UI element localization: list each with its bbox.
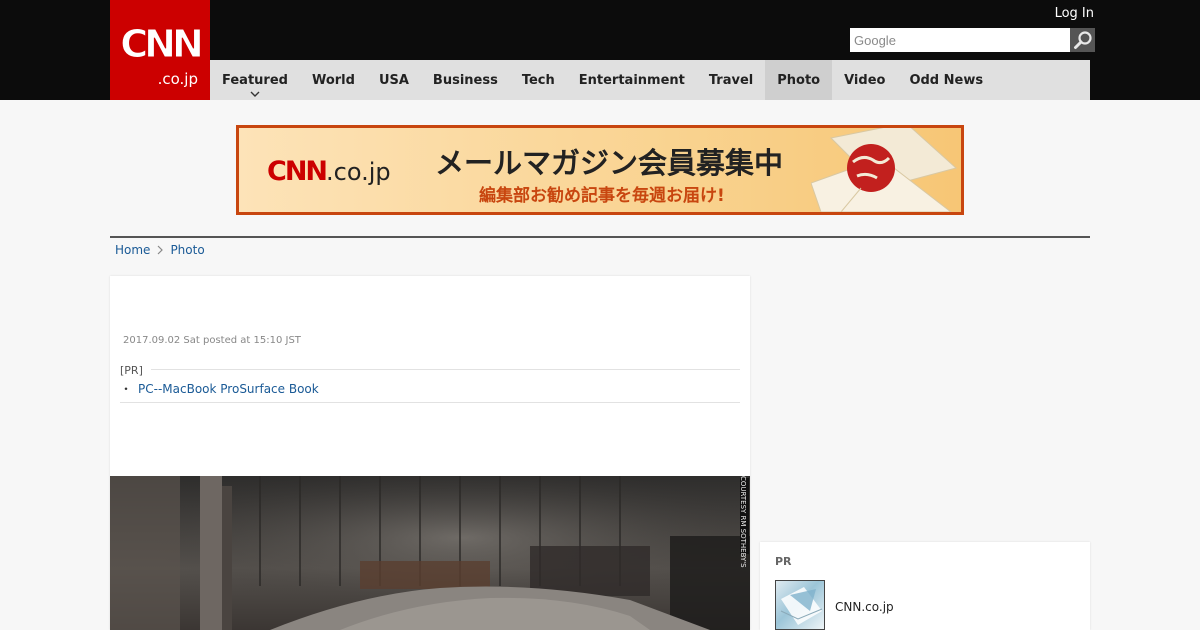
breadcrumb-home[interactable]: Home [115, 243, 150, 257]
search-input[interactable] [850, 28, 1070, 52]
search-icon [1073, 31, 1092, 49]
nav-item-usa[interactable]: USA [367, 60, 421, 100]
sidebar-pr-link[interactable]: CNN.co.jp [835, 600, 894, 614]
article-card: 2017.09.02 Sat posted at 15:10 JST [PR] … [110, 276, 750, 630]
cnn-logo[interactable]: CNN .co.jp [110, 0, 210, 100]
post-timestamp: 2017.09.02 Sat posted at 15:10 JST [123, 335, 301, 346]
banner-logo-sub: .co.jp [326, 158, 391, 186]
nav-item-entertainment[interactable]: Entertainment [567, 60, 697, 100]
sidebar-pr-card: PR CNN.co.jp [760, 542, 1090, 630]
chevron-down-icon [250, 91, 260, 97]
nav-item-travel[interactable]: Travel [697, 60, 765, 100]
nav-item-odd-news[interactable]: Odd News [897, 60, 995, 100]
banner-logo-main: CNN [267, 156, 328, 187]
mail-thumbnail-icon [780, 587, 823, 625]
pr-list-item: ・ PC--MacBook ProSurface Book [120, 380, 319, 397]
logo-main-text: CNN [120, 22, 205, 67]
sidebar-pr-heading: PR [775, 555, 792, 568]
top-header: CNN .co.jp Log In Featured World USA Bus… [0, 0, 1200, 100]
nav-item-business[interactable]: Business [421, 60, 510, 100]
nav-label: USA [378, 72, 409, 88]
banner-subtitle: 編集部お勧め記事を毎週お届け! [479, 186, 725, 206]
nav-label: Odd News [909, 72, 984, 88]
nav-label: Tech [521, 72, 555, 88]
search-box [850, 28, 1095, 52]
nav-item-world[interactable]: World [300, 60, 367, 100]
chevron-right-icon [158, 245, 164, 255]
nav-label: Photo [777, 72, 821, 88]
photo-credit: COURTESY RM SOTHEBY'S [739, 476, 747, 568]
nav-label: Entertainment [578, 72, 685, 88]
main-nav: Featured World USA Business Tech Enterta… [210, 60, 1090, 100]
envelope-globe-icon [811, 128, 958, 212]
search-button[interactable] [1070, 28, 1095, 52]
nav-item-video[interactable]: Video [832, 60, 897, 100]
nav-item-tech[interactable]: Tech [510, 60, 567, 100]
nav-label: Business [432, 72, 498, 88]
nav-label: Video [844, 72, 886, 88]
garage-car-photo [110, 476, 750, 630]
banner-title: メールマガジン会員募集中 [435, 146, 784, 180]
banner-logo: CNN.co.jp [267, 156, 391, 187]
bullet: ・ [120, 382, 133, 396]
newsletter-banner[interactable]: CNN.co.jp メールマガジン会員募集中 編集部お勧め記事を毎週お届け! [236, 125, 964, 215]
article-photo[interactable]: COURTESY RM SOTHEBY'S [110, 476, 750, 630]
nav-label: World [311, 72, 355, 88]
login-link[interactable]: Log In [1055, 6, 1094, 21]
pr-link[interactable]: PC--MacBook ProSurface Book [138, 382, 319, 396]
divider [120, 402, 740, 403]
nav-item-photo[interactable]: Photo [765, 60, 833, 100]
breadcrumb-photo[interactable]: Photo [170, 243, 204, 257]
nav-item-featured[interactable]: Featured [210, 60, 300, 100]
pr-box: [PR] ・ PC--MacBook ProSurface Book [120, 364, 740, 403]
logo-sub-text: .co.jp [157, 70, 198, 88]
photo-credit-strip: COURTESY RM SOTHEBY'S [739, 476, 749, 568]
nav-label: Travel [708, 72, 754, 88]
sidebar-pr-thumbnail[interactable] [775, 580, 825, 630]
divider [120, 369, 740, 370]
breadcrumb: Home Photo [115, 243, 205, 257]
nav-label: Featured [222, 72, 288, 88]
section-divider [110, 236, 1090, 238]
pr-label: [PR] [120, 364, 151, 377]
